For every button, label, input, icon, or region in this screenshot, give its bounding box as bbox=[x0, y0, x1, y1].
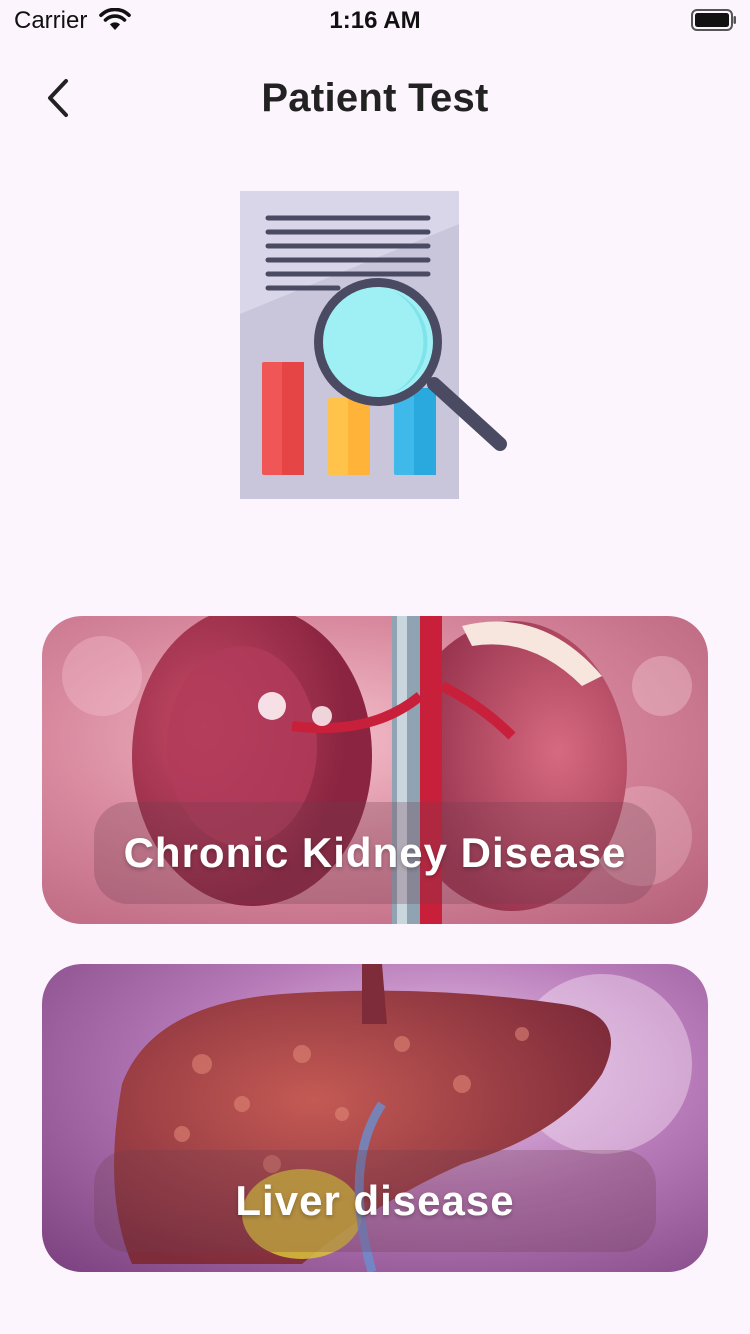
card-label-pill: Chronic Kidney Disease bbox=[94, 802, 656, 904]
card-label-pill: Liver disease bbox=[94, 1150, 656, 1252]
status-time: 1:16 AM bbox=[329, 7, 421, 34]
test-report-magnifier-icon bbox=[238, 188, 514, 504]
chronic-kidney-disease-card[interactable]: Chronic Kidney Disease bbox=[42, 616, 708, 924]
status-bar: Carrier 1:16 AM bbox=[0, 0, 750, 40]
patient-test-screen: Carrier 1:16 AM Patient Test Chronic Kid… bbox=[0, 0, 750, 1334]
navigation-bar: Patient Test bbox=[0, 60, 750, 136]
battery-icon bbox=[691, 9, 737, 36]
liver-disease-card[interactable]: Liver disease bbox=[42, 964, 708, 1272]
page-title: Patient Test bbox=[261, 76, 489, 120]
card-label: Liver disease bbox=[235, 1177, 515, 1224]
card-label: Chronic Kidney Disease bbox=[123, 829, 627, 876]
